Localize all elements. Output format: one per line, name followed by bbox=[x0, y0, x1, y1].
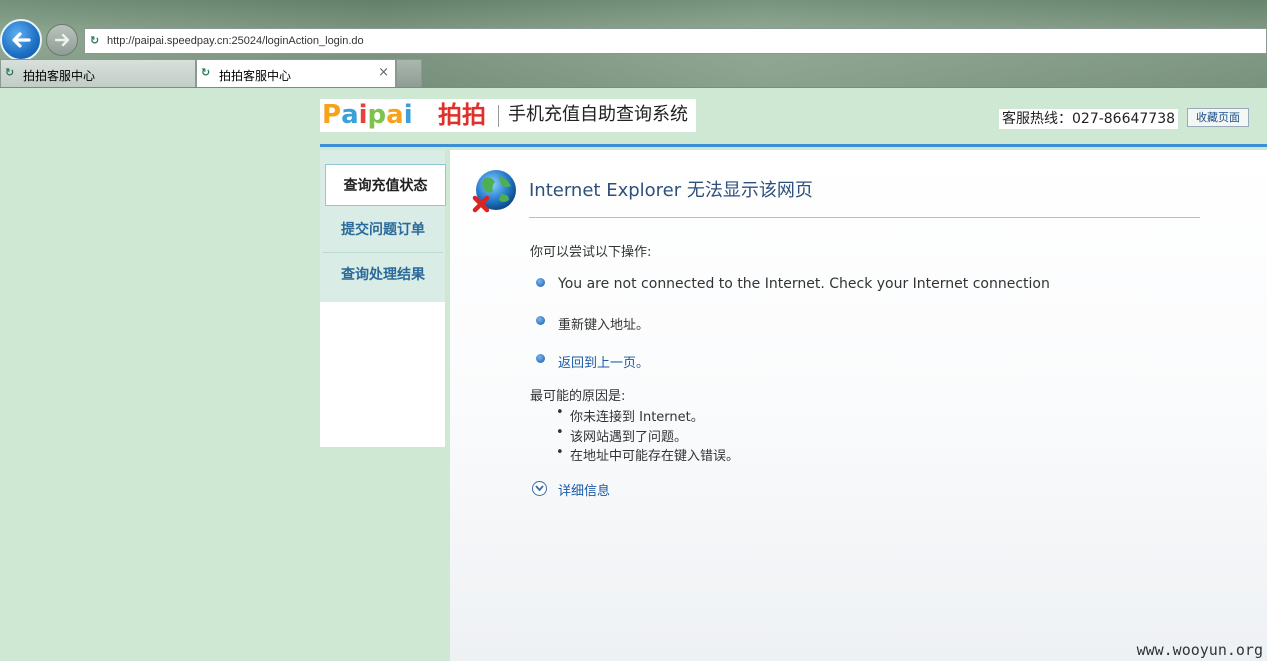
logo-letter: p bbox=[367, 100, 387, 130]
expand-details-icon[interactable] bbox=[532, 481, 547, 496]
cause-item: 在地址中可能存在键入错误。 bbox=[570, 449, 740, 464]
chevron-down-icon bbox=[535, 485, 544, 492]
browser-chrome: ↻ ↻ 拍拍客服中心 ↻ 拍拍客服中心 × bbox=[0, 0, 1267, 88]
bullet-icon bbox=[536, 316, 545, 325]
globe-error-icon bbox=[472, 170, 516, 213]
new-tab-button[interactable] bbox=[396, 59, 422, 87]
close-tab-icon[interactable]: × bbox=[378, 65, 389, 80]
site-logo[interactable]: P a i p a i 拍拍 手机充值自助查询系统 bbox=[320, 99, 696, 132]
go-back-link[interactable]: 返回到上一页。 bbox=[558, 352, 649, 371]
arrow-right-icon bbox=[54, 33, 70, 47]
header-divider bbox=[320, 144, 1267, 147]
bookmark-page-button[interactable]: 收藏页面 bbox=[1187, 108, 1249, 127]
system-title: 手机充值自助查询系统 bbox=[508, 104, 688, 125]
logo-letter: a bbox=[386, 100, 404, 130]
tab-1[interactable]: ↻ 拍拍客服中心 bbox=[0, 59, 196, 87]
chrome-divider bbox=[0, 87, 1267, 88]
logo-divider bbox=[498, 105, 499, 127]
title-rule bbox=[529, 217, 1200, 218]
service-hotline: 客服热线：027-86647738 bbox=[999, 109, 1179, 129]
bullet-icon bbox=[536, 354, 545, 363]
side-menu: 查询充值状态 提交问题订单 查询处理结果 bbox=[320, 150, 446, 447]
tab-favicon-icon: ↻ bbox=[5, 66, 15, 79]
list-dot: • bbox=[556, 405, 564, 420]
menu-item-submit-problem-order[interactable]: 提交问题订单 bbox=[323, 209, 443, 253]
logo-letter: P bbox=[322, 100, 342, 130]
cause-item: 该网站遇到了问题。 bbox=[570, 430, 688, 445]
bullet-icon bbox=[536, 278, 545, 287]
back-button[interactable] bbox=[0, 19, 42, 61]
action-retype-address: 重新键入地址。 bbox=[558, 318, 650, 333]
site-favicon-icon: ↻ bbox=[90, 34, 100, 47]
menu-item-query-result[interactable]: 查询处理结果 bbox=[323, 254, 443, 296]
logo-chinese: 拍拍 bbox=[438, 101, 486, 129]
menu-item-query-recharge-status[interactable]: 查询充值状态 bbox=[325, 164, 446, 206]
menu-item-label: 提交问题订单 bbox=[341, 222, 425, 238]
logo-letter: i bbox=[358, 100, 368, 130]
arrow-left-icon bbox=[12, 32, 31, 48]
address-bar[interactable]: ↻ bbox=[84, 28, 1267, 54]
try-heading: 你可以尝试以下操作: bbox=[530, 245, 652, 260]
tab-favicon-icon: ↻ bbox=[201, 66, 211, 79]
list-dot: • bbox=[556, 445, 564, 460]
logo-letter: i bbox=[403, 100, 413, 130]
watermark: www.wooyun.org bbox=[1136, 641, 1263, 659]
causes-heading: 最可能的原因是: bbox=[530, 389, 626, 404]
cause-item: 你未连接到 Internet。 bbox=[570, 410, 704, 425]
logo-letter: a bbox=[341, 100, 359, 130]
tab-strip: ↻ 拍拍客服中心 ↻ 拍拍客服中心 × bbox=[0, 59, 1267, 88]
paipai-wordmark: P a i p a i bbox=[322, 100, 413, 130]
list-dot: • bbox=[556, 425, 564, 440]
error-title: Internet Explorer 无法显示该网页 bbox=[529, 180, 813, 201]
more-info-link[interactable]: 详细信息 bbox=[558, 480, 610, 499]
tab-label: 拍拍客服中心 bbox=[23, 69, 96, 83]
menu-separator bbox=[323, 252, 443, 253]
tab-label: 拍拍客服中心 bbox=[219, 69, 292, 83]
tab-2[interactable]: ↻ 拍拍客服中心 × bbox=[196, 59, 396, 87]
action-check-connection: You are not connected to the Internet. C… bbox=[558, 276, 1050, 292]
url-input[interactable] bbox=[107, 32, 1007, 50]
forward-button[interactable] bbox=[46, 24, 78, 56]
